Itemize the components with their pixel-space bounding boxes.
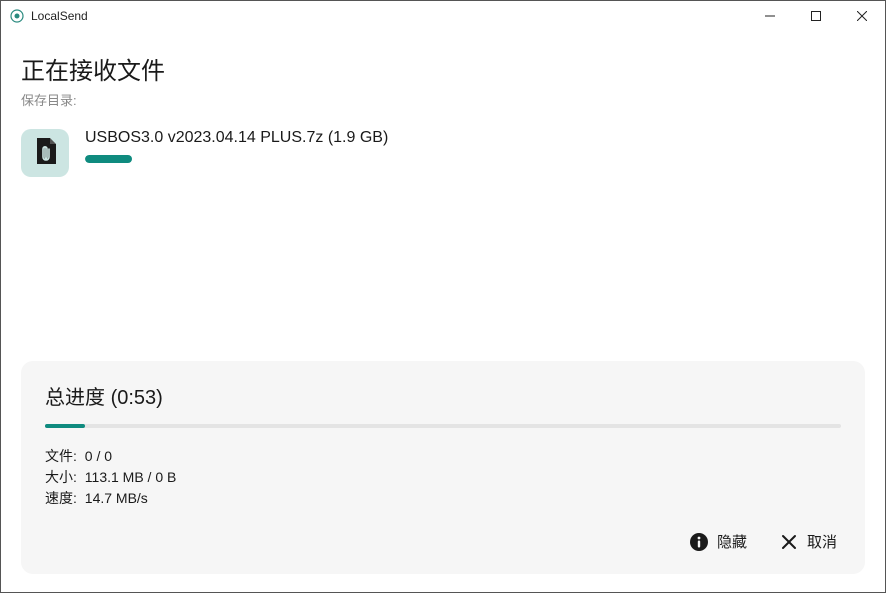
stat-files: 文件: 0 / 0 xyxy=(45,446,841,467)
total-progress-title: 总进度 (0:53) xyxy=(45,381,841,410)
app-icon xyxy=(9,8,25,24)
stat-speed: 速度: 14.7 MB/s xyxy=(45,488,841,509)
file-progress-track xyxy=(85,155,865,163)
stat-size-label: 大小: xyxy=(45,469,77,485)
total-title-prefix: 总进度 xyxy=(45,387,105,409)
stat-files-label: 文件: xyxy=(45,448,77,464)
attachment-file-icon xyxy=(34,138,56,169)
page-title: 正在接收文件 xyxy=(21,51,865,86)
stat-files-value: 0 / 0 xyxy=(85,448,112,464)
save-directory-label: 保存目录: xyxy=(21,90,865,109)
close-button[interactable] xyxy=(839,1,885,31)
window-title: LocalSend xyxy=(31,9,88,23)
cancel-button[interactable]: 取消 xyxy=(775,525,841,558)
stat-size: 大小: 113.1 MB / 0 B xyxy=(45,467,841,488)
stat-size-value: 113.1 MB / 0 B xyxy=(85,469,177,485)
content-area: 正在接收文件 保存目录: USBOS3.0 v2023.04.14 PLUS.7… xyxy=(1,31,885,592)
file-progress-bar xyxy=(85,155,132,163)
titlebar: LocalSend xyxy=(1,1,885,31)
total-elapsed-time: (0:53) xyxy=(111,387,163,409)
total-progress-panel: 总进度 (0:53) 文件: 0 / 0 大小: 113.1 MB / 0 B … xyxy=(21,361,865,574)
stat-speed-label: 速度: xyxy=(45,490,77,506)
action-row: 隐藏 取消 xyxy=(45,525,841,558)
file-name: USBOS3.0 v2023.04.14 PLUS.7z (1.9 GB) xyxy=(85,129,865,147)
hide-button[interactable]: 隐藏 xyxy=(685,525,751,558)
file-icon-container xyxy=(21,129,69,177)
minimize-button[interactable] xyxy=(747,1,793,31)
hide-button-label: 隐藏 xyxy=(717,531,747,552)
file-info: USBOS3.0 v2023.04.14 PLUS.7z (1.9 GB) xyxy=(85,129,865,163)
window-controls xyxy=(747,1,885,31)
stat-speed-value: 14.7 MB/s xyxy=(85,490,148,506)
cancel-button-label: 取消 xyxy=(807,531,837,552)
info-icon xyxy=(689,532,709,552)
total-progress-bar xyxy=(45,424,85,428)
file-row: USBOS3.0 v2023.04.14 PLUS.7z (1.9 GB) xyxy=(21,129,865,177)
total-progress-track xyxy=(45,424,841,428)
close-icon xyxy=(779,532,799,552)
maximize-button[interactable] xyxy=(793,1,839,31)
